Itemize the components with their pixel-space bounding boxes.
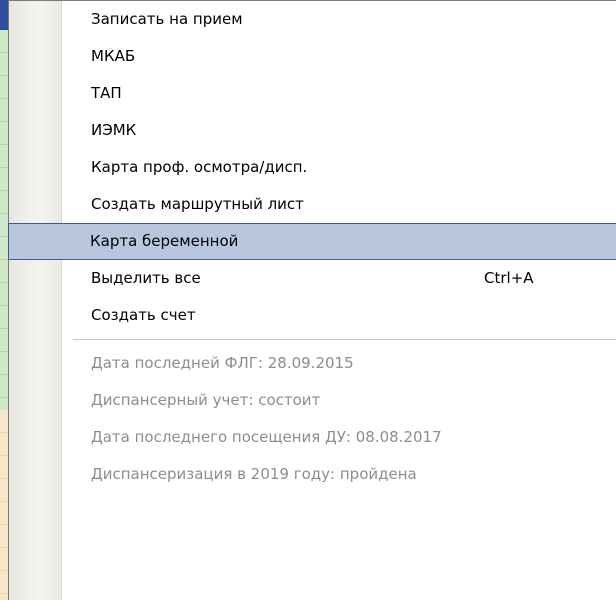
menu-item-label: ИЭМК — [91, 121, 137, 139]
menu-item-pregnancy-card[interactable]: Карта беременной — [8, 223, 616, 260]
menu-item-tap[interactable]: ТАП — [9, 75, 616, 112]
menu-info-last-flg-date: Дата последней ФЛГ: 28.09.2015 — [9, 345, 616, 382]
menu-separator — [73, 339, 616, 340]
menu-info-label: Дата последнего посещения ДУ: 08.08.2017 — [91, 428, 442, 446]
menu-item-label: ТАП — [91, 84, 122, 102]
menu-item-iemk[interactable]: ИЭМК — [9, 112, 616, 149]
menu-item-create-invoice[interactable]: Создать счет — [9, 297, 616, 334]
menu-info-dispensarization-2019: Диспансеризация в 2019 году: пройдена — [9, 456, 616, 493]
context-menu: Записать на прием МКАБ ТАП ИЭМК Карта пр… — [8, 0, 616, 600]
menu-item-mkab[interactable]: МКАБ — [9, 38, 616, 75]
menu-item-label: Выделить все — [91, 269, 201, 287]
menu-item-label: МКАБ — [91, 47, 136, 65]
menu-item-label: Создать маршрутный лист — [91, 195, 304, 213]
menu-info-label: Дата последней ФЛГ: 28.09.2015 — [91, 354, 354, 372]
menu-item-label: Карта беременной — [90, 232, 239, 250]
menu-items: Записать на прием МКАБ ТАП ИЭМК Карта пр… — [8, 1, 616, 493]
menu-item-label: Записать на прием — [91, 10, 243, 28]
menu-info-dispensary-status: Диспансерный учет: состоит — [9, 382, 616, 419]
menu-item-create-route-sheet[interactable]: Создать маршрутный лист — [9, 186, 616, 223]
menu-item-label: Создать счет — [91, 306, 196, 324]
background-window-edge — [0, 0, 8, 600]
menu-item-book-appointment[interactable]: Записать на прием — [9, 1, 616, 38]
menu-item-shortcut: Ctrl+A — [484, 269, 534, 287]
menu-info-last-du-visit: Дата последнего посещения ДУ: 08.08.2017 — [9, 419, 616, 456]
menu-item-label: Карта проф. осмотра/дисп. — [91, 158, 308, 176]
menu-item-select-all[interactable]: Выделить все Ctrl+A — [9, 260, 616, 297]
screen: Записать на прием МКАБ ТАП ИЭМК Карта пр… — [0, 0, 616, 600]
menu-info-label: Диспансерный учет: состоит — [91, 391, 321, 409]
menu-item-checkup-card[interactable]: Карта проф. осмотра/дисп. — [9, 149, 616, 186]
menu-info-label: Диспансеризация в 2019 году: пройдена — [91, 465, 417, 483]
